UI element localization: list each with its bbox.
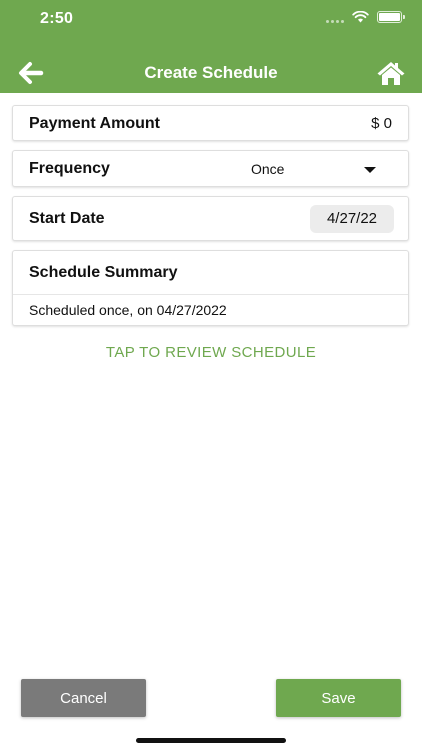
frequency-value[interactable]: Once: [251, 161, 284, 177]
payment-amount-value[interactable]: $ 0: [371, 115, 392, 132]
payment-amount-field[interactable]: Payment Amount $ 0: [12, 105, 409, 141]
battery-icon: [377, 11, 405, 23]
payment-amount-label: Payment Amount: [29, 115, 160, 132]
schedule-summary-title: Schedule Summary: [29, 264, 178, 281]
start-date-picker[interactable]: 4/27/22: [310, 205, 394, 233]
start-date-label: Start Date: [29, 210, 105, 227]
start-date-field: Start Date 4/27/22: [12, 196, 409, 241]
caret-down-icon[interactable]: [364, 167, 376, 173]
schedule-summary-text: Scheduled once, on 04/27/2022: [29, 302, 227, 318]
wifi-icon: [352, 11, 369, 23]
home-icon[interactable]: [376, 60, 406, 86]
cellular-icon: [326, 11, 344, 23]
divider: [13, 294, 408, 295]
schedule-summary-card: Schedule Summary Scheduled once, on 04/2…: [12, 250, 409, 326]
home-indicator: [136, 738, 286, 743]
review-schedule-link[interactable]: TAP TO REVIEW SCHEDULE: [0, 344, 422, 361]
save-button[interactable]: Save: [276, 679, 401, 717]
page-title: Create Schedule: [144, 63, 278, 82]
status-time: 2:50: [40, 10, 74, 27]
status-icons: [326, 11, 405, 23]
frequency-select[interactable]: Frequency Once: [12, 150, 409, 187]
frequency-label: Frequency: [29, 160, 110, 177]
app-header: 2:50 Create Schedule: [0, 0, 422, 93]
cancel-button[interactable]: Cancel: [21, 679, 146, 717]
